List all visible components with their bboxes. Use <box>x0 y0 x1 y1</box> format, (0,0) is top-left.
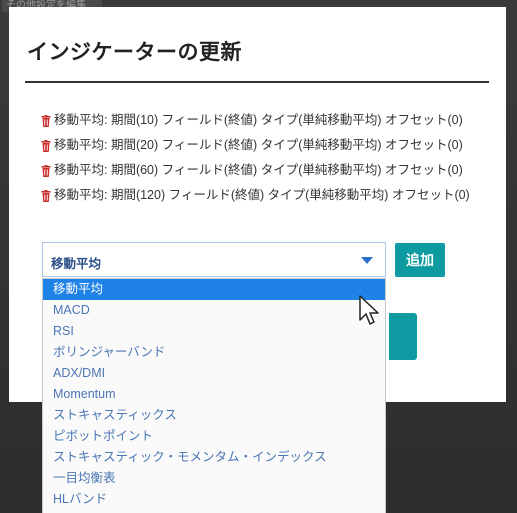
select-value: 移動平均 <box>51 257 102 271</box>
indicator-text: 移動平均: 期間(60) フィールド(終値) タイプ(単純移動平均) オフセット… <box>54 163 463 177</box>
dropdown-option[interactable]: MACD <box>43 300 385 321</box>
caret-down-icon <box>361 257 373 264</box>
dropdown-option[interactable]: ボリンジャーバンド <box>43 342 385 363</box>
title-divider <box>25 81 489 83</box>
trash-icon[interactable] <box>41 115 51 127</box>
dropdown-option[interactable]: RSI <box>43 321 385 342</box>
indicator-item: 移動平均: 期間(20) フィールド(終値) タイプ(単純移動平均) オフセット… <box>41 137 481 154</box>
trash-icon[interactable] <box>41 140 51 152</box>
dialog-title: インジケーターの更新 <box>27 41 242 64</box>
indicator-dropdown-list: 移動平均 MACD RSI ボリンジャーバンド ADX/DMI Momentum… <box>42 278 386 513</box>
indicator-select[interactable]: 移動平均 <box>42 242 386 277</box>
indicator-text: 移動平均: 期間(20) フィールド(終値) タイプ(単純移動平均) オフセット… <box>54 138 463 152</box>
indicator-item: 移動平均: 期間(10) フィールド(終値) タイプ(単純移動平均) オフセット… <box>41 112 481 129</box>
dropdown-option[interactable]: Momentum <box>43 384 385 405</box>
dropdown-option[interactable]: HLバンド <box>43 489 385 510</box>
indicator-text: 移動平均: 期間(10) フィールド(終値) タイプ(単純移動平均) オフセット… <box>54 113 463 127</box>
dropdown-option[interactable]: 移動平均 <box>43 279 385 300</box>
dropdown-option[interactable]: 一目均衡表 <box>43 468 385 489</box>
dropdown-option[interactable]: ストキャスティック・モメンタム・インデックス <box>43 447 385 468</box>
indicator-text: 移動平均: 期間(120) フィールド(終値) タイプ(単純移動平均) オフセッ… <box>54 188 470 202</box>
trash-icon[interactable] <box>41 190 51 202</box>
add-button[interactable]: 追加 <box>395 243 445 277</box>
indicator-item: 移動平均: 期間(120) フィールド(終値) タイプ(単純移動平均) オフセッ… <box>41 187 481 204</box>
mouse-cursor-icon <box>359 295 379 325</box>
indicator-item: 移動平均: 期間(60) フィールド(終値) タイプ(単純移動平均) オフセット… <box>41 162 481 179</box>
dropdown-option[interactable]: ピボットポイント <box>43 426 385 447</box>
trash-icon[interactable] <box>41 165 51 177</box>
confirm-button[interactable] <box>389 313 417 360</box>
indicator-list: 移動平均: 期間(10) フィールド(終値) タイプ(単純移動平均) オフセット… <box>41 112 481 212</box>
dropdown-option[interactable]: ストキャスティックス <box>43 405 385 426</box>
dropdown-option[interactable]: ADX/DMI <box>43 363 385 384</box>
